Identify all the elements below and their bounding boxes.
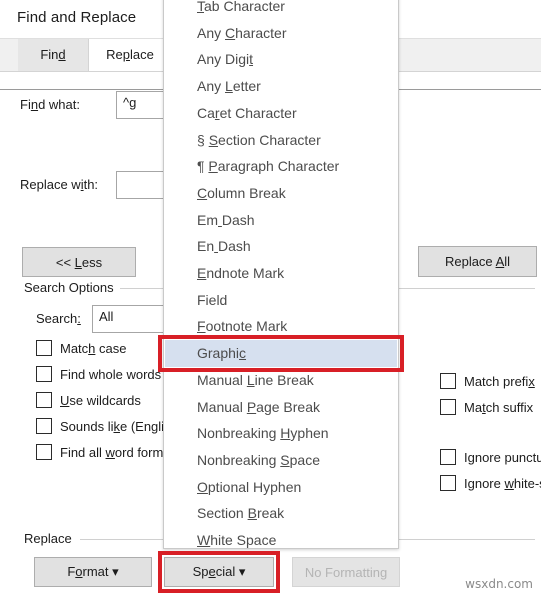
menu-item-section-character[interactable]: § Section Character — [165, 127, 397, 154]
menu-item-any-digit[interactable]: Any Digit — [165, 46, 397, 73]
checkbox-ignore-punctuation[interactable]: Ignore punctu — [440, 449, 541, 465]
checkbox-box-icon[interactable] — [36, 392, 52, 408]
checkbox-box-icon[interactable] — [36, 418, 52, 434]
checkbox-box-icon[interactable] — [440, 449, 456, 465]
checkbox-match-suffix[interactable]: Match suffix — [440, 399, 533, 415]
menu-item-en-dash[interactable]: En Dash — [165, 233, 397, 260]
replace-group-label: Replace — [20, 531, 76, 546]
find-what-label: Find what: — [20, 97, 80, 112]
less-button-label: << Less — [55, 254, 103, 270]
tab-replace-label: Replace — [106, 47, 154, 62]
checkbox-label: Match prefix — [464, 373, 535, 389]
special-button-label: Special ▾ — [192, 564, 246, 579]
checkbox-label: Sounds like (Englis — [60, 418, 171, 434]
checkbox-label: Use wildcards — [60, 392, 141, 408]
checkbox-use-wildcards[interactable]: Use wildcards — [36, 392, 141, 408]
menu-item-column-break[interactable]: Column Break — [165, 180, 397, 207]
menu-item-optional-hyphen[interactable]: Optional Hyphen — [165, 474, 397, 501]
checkbox-ignore-whitespace[interactable]: Ignore white-s — [440, 475, 541, 491]
special-button[interactable]: Special ▾ — [164, 557, 274, 587]
menu-item-any-letter[interactable]: Any Letter — [165, 73, 397, 100]
search-scope-value: All — [99, 309, 114, 324]
special-dropdown-menu[interactable]: Tab Character Any Character Any Digit Any L… — [163, 0, 399, 549]
no-formatting-button: No Formatting — [292, 557, 400, 587]
replace-all-button[interactable]: Replace All — [418, 246, 537, 277]
menu-item-caret-character[interactable]: Caret Character — [165, 100, 397, 127]
menu-item-em-dash[interactable]: Em Dash — [165, 207, 397, 234]
search-options-group-label: Search Options — [20, 280, 118, 295]
tab-find-label: Find — [40, 47, 66, 62]
checkbox-box-icon[interactable] — [36, 340, 52, 356]
replace-all-button-label: Replace All — [444, 254, 511, 269]
menu-item-endnote-mark[interactable]: Endnote Mark — [165, 260, 397, 287]
checkbox-label: Ignore punctu — [464, 449, 541, 465]
less-button[interactable]: << Less — [22, 247, 136, 277]
menu-item-field[interactable]: Field — [165, 287, 397, 314]
checkbox-sounds-like[interactable]: Sounds like (Englis — [36, 418, 171, 434]
menu-item-tab-character[interactable]: Tab Character — [165, 0, 397, 20]
checkbox-label: Match suffix — [464, 399, 534, 415]
checkbox-match-case[interactable]: Match case — [36, 340, 126, 356]
menu-item-footnote-mark[interactable]: Footnote Mark — [165, 313, 397, 340]
no-formatting-button-label: No Formatting — [304, 564, 388, 580]
checkbox-label: Find all word form — [60, 444, 164, 460]
checkbox-match-prefix[interactable]: Match prefix — [440, 373, 535, 389]
checkbox-find-all-word-forms[interactable]: Find all word form — [36, 444, 163, 460]
menu-item-manual-line-break[interactable]: Manual Line Break — [165, 367, 397, 394]
checkbox-box-icon[interactable] — [440, 475, 456, 491]
menu-item-any-character[interactable]: Any Character — [165, 20, 397, 47]
checkbox-box-icon[interactable] — [440, 399, 456, 415]
menu-item-nonbreaking-hyphen[interactable]: Nonbreaking Hyphen — [165, 420, 397, 447]
format-button-label: Format ▾ — [67, 564, 119, 579]
tab-replace[interactable]: Replace — [88, 39, 172, 71]
menu-item-white-space[interactable]: White Space — [165, 527, 397, 548]
checkbox-find-whole-words[interactable]: Find whole words — [36, 366, 161, 382]
checkbox-label: Match case — [60, 340, 127, 356]
menu-item-section-break[interactable]: Section Break — [165, 500, 397, 527]
checkbox-label: Ignore white-s — [464, 475, 541, 491]
menu-item-paragraph-character[interactable]: ¶ Paragraph Character — [165, 153, 397, 180]
replace-with-label: Replace with: — [20, 177, 99, 192]
menu-item-manual-page-break[interactable]: Manual Page Break — [165, 394, 397, 421]
checkbox-box-icon[interactable] — [36, 444, 52, 460]
find-what-value: ^g — [123, 95, 137, 110]
checkbox-box-icon[interactable] — [36, 366, 52, 382]
menu-item-nonbreaking-space[interactable]: Nonbreaking Space — [165, 447, 397, 474]
search-scope-label: Search: — [36, 311, 81, 326]
dialog-title: Find and Replace — [17, 9, 137, 26]
checkbox-label: Find whole words — [60, 366, 162, 382]
menu-item-graphic[interactable]: Graphic — [165, 340, 397, 368]
watermark: wsxdn.com — [465, 577, 533, 591]
format-button[interactable]: Format ▾ — [34, 557, 152, 587]
tab-find[interactable]: Find — [18, 39, 88, 71]
checkbox-box-icon[interactable] — [440, 373, 456, 389]
